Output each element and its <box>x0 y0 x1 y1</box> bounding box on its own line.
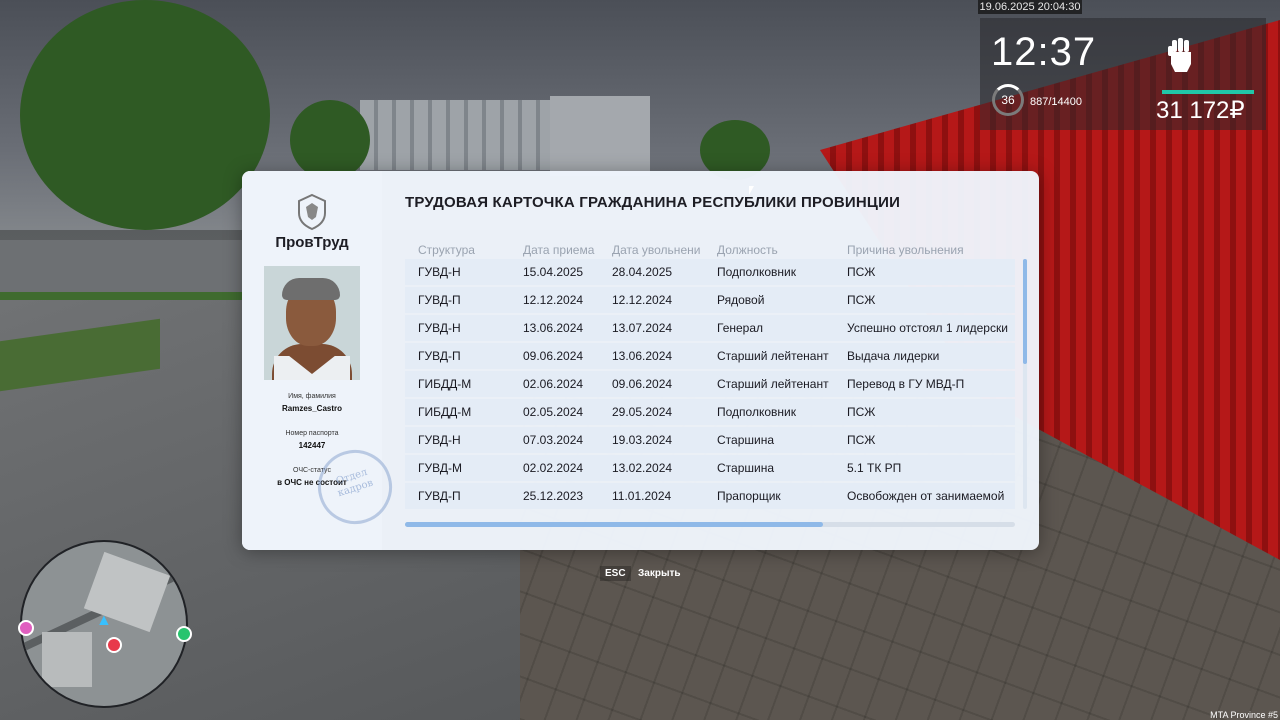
level-number: 36 <box>1001 93 1015 107</box>
minimap-blip-icon <box>176 626 192 642</box>
passport-label: Номер паспорта <box>285 430 339 437</box>
employment-card-dialog: ПровТруд Имя, фамилия Ramzes_Castro Номе… <box>242 171 1039 550</box>
table-row: ГУВД-П 12.12.2024 12.12.2024 Рядовой ПСЖ <box>405 287 1015 313</box>
table-cell: 19.03.2024 <box>612 433 673 447</box>
scrollbar-thumb[interactable] <box>405 522 823 527</box>
hud-panel: 12:37 36 887/14400 31 172₽ <box>980 18 1266 130</box>
scrollbar-thumb[interactable] <box>1023 259 1027 364</box>
column-header: Дата приема <box>523 243 595 257</box>
table-cell: Подполковник <box>717 265 796 279</box>
horizontal-scrollbar[interactable] <box>405 522 1015 527</box>
table-cell: 12.12.2024 <box>523 293 584 307</box>
table-cell: 07.03.2024 <box>523 433 584 447</box>
minimap: ▲ <box>20 540 188 708</box>
minimap-blip-icon <box>18 620 34 636</box>
tree <box>290 100 370 180</box>
column-header: Дата увольнени <box>612 243 701 257</box>
table-row: ГИБДД-М 02.06.2024 09.06.2024 Старший лейте… <box>405 371 1015 397</box>
table-row: ГУВД-П 09.06.2024 13.06.2024 Старший лейтен… <box>405 343 1015 369</box>
minimap-block <box>42 632 92 687</box>
passport-value: 142447 <box>298 441 326 450</box>
table-cell: 09.06.2024 <box>612 377 673 391</box>
name-label: Имя, фамилия <box>288 393 336 400</box>
column-header: Должность <box>717 243 778 257</box>
experience-counter: 887/14400 <box>1030 96 1082 108</box>
coat-of-arms-icon <box>295 193 329 231</box>
table-cell: ГУВД-Н <box>418 433 461 447</box>
money-counter: 31 172₽ <box>1156 97 1245 124</box>
table-cell: ГУВД-Н <box>418 265 461 279</box>
table-cell: 13.06.2024 <box>523 321 584 335</box>
cursor-icon <box>749 186 754 195</box>
table-cell: 02.06.2024 <box>523 377 584 391</box>
tree <box>20 0 270 230</box>
table-cell: Освобожден от занимаемой <box>847 489 1005 503</box>
game-clock: 12:37 <box>991 30 1097 74</box>
table-cell: 12.12.2024 <box>612 293 673 307</box>
employment-table[interactable]: ГУВД-Н 15.04.2025 28.04.2025 Подполковник ПС… <box>405 259 1015 513</box>
table-cell: ГИБДД-М <box>418 377 472 391</box>
table-cell: Старшина <box>717 433 775 447</box>
citizen-photo <box>264 266 360 380</box>
table-cell: Старшина <box>717 461 775 475</box>
datetime-readout: 19.06.2025 20:04:30 <box>978 0 1082 14</box>
table-cell: 29.05.2024 <box>612 405 673 419</box>
table-cell: 13.07.2024 <box>612 321 673 335</box>
table-cell: Успешно отстоял 1 лидерски <box>847 321 1008 335</box>
column-header: Причина увольнения <box>847 243 964 257</box>
table-cell: ГУВД-Н <box>418 321 461 335</box>
background-building <box>550 96 650 176</box>
table-cell: ПСЖ <box>847 433 876 447</box>
table-row: ГУВД-Н 07.03.2024 19.03.2024 Старшина ПСЖ <box>405 427 1015 453</box>
table-cell: ГУВД-П <box>418 349 461 363</box>
table-row: ГУВД-Н 15.04.2025 28.04.2025 Подполковник ПС… <box>405 259 1015 285</box>
name-value: Ramzes_Castro <box>281 404 343 413</box>
table-cell: ПСЖ <box>847 293 876 307</box>
table-cell: ПСЖ <box>847 265 876 279</box>
close-button[interactable]: Закрыть <box>638 568 681 579</box>
fist-icon <box>1166 36 1196 74</box>
table-cell: 02.05.2024 <box>523 405 584 419</box>
table-row: ГУВД-Н 13.06.2024 13.07.2024 Генерал Успешно… <box>405 315 1015 341</box>
health-bar <box>1162 90 1254 94</box>
server-name: MTA Province #5 <box>1210 710 1278 720</box>
card-title: ТРУДОВАЯ КАРТОЧКА ГРАЖДАНИНА РЕСПУБЛИКИ … <box>405 194 901 211</box>
table-cell: 28.04.2025 <box>612 265 673 279</box>
table-cell: Генерал <box>717 321 764 335</box>
organization-name: ПровТруд <box>275 234 349 251</box>
table-cell: Выдача лидерки <box>847 349 940 363</box>
table-row: ГУВД-М 02.02.2024 13.02.2024 Старшина 5.1 ТК… <box>405 455 1015 481</box>
vertical-scrollbar[interactable] <box>1023 259 1027 509</box>
table-cell: 25.12.2023 <box>523 489 584 503</box>
hospital-blip-icon <box>106 637 122 653</box>
minimap-arrow-icon: ▲ <box>96 612 112 629</box>
table-cell: Рядовой <box>717 293 765 307</box>
table-header: Структура Дата приема Дата увольнени Дол… <box>405 243 1025 259</box>
table-cell: 13.06.2024 <box>612 349 673 363</box>
table-cell: ПСЖ <box>847 405 876 419</box>
table-cell: 11.01.2024 <box>612 489 672 503</box>
esc-key-hint[interactable]: ESC <box>600 566 631 581</box>
photo-cap <box>282 278 340 300</box>
table-cell: Старший лейтенант <box>717 377 829 391</box>
table-cell: 13.02.2024 <box>612 461 673 475</box>
table-cell: Подполковник <box>717 405 796 419</box>
table-row: ГИБДД-М 02.05.2024 29.05.2024 Подполковник П… <box>405 399 1015 425</box>
table-cell: ГИБДД-М <box>418 405 472 419</box>
table-cell: Прапорщик <box>717 489 781 503</box>
table-cell: 5.1 ТК РП <box>847 461 902 475</box>
table-cell: 09.06.2024 <box>523 349 584 363</box>
table-cell: Перевод в ГУ МВД-П <box>847 377 965 391</box>
table-row: ГУВД-П 25.12.2023 11.01.2024 Прапорщик Освоб… <box>405 483 1015 509</box>
column-header: Структура <box>418 243 475 257</box>
table-cell: ГУВД-П <box>418 489 461 503</box>
table-cell: 02.02.2024 <box>523 461 584 475</box>
table-cell: Старший лейтенант <box>717 349 829 363</box>
table-cell: 15.04.2025 <box>523 265 584 279</box>
table-cell: ГУВД-М <box>418 461 462 475</box>
table-cell: ГУВД-П <box>418 293 461 307</box>
